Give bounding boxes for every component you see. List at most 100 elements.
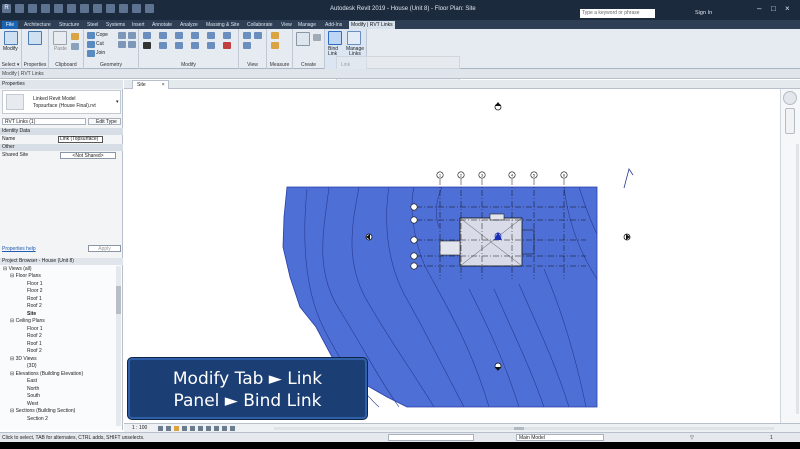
trim-icon[interactable] — [191, 32, 199, 39]
open-icon[interactable] — [15, 4, 24, 13]
tree-east[interactable]: East — [27, 378, 37, 384]
tree-floor-2[interactable]: Floor 2 — [27, 288, 43, 294]
create-assembly-icon[interactable] — [296, 32, 310, 46]
h-scroll-thumb[interactable] — [514, 427, 524, 430]
visual-style-icon[interactable] — [166, 426, 171, 431]
tree-south[interactable]: South — [27, 393, 40, 399]
clipboard-copy-icon[interactable] — [71, 33, 79, 40]
tree-ceiling-roof-2a[interactable]: Roof 2 — [27, 333, 42, 339]
close-icon[interactable]: × — [785, 4, 790, 13]
tree-floor-plans[interactable]: ⊟ Floor Plans — [10, 273, 41, 279]
tree-north[interactable]: North — [27, 386, 39, 392]
override-graphics-icon[interactable] — [254, 32, 262, 39]
tab-add-ins[interactable]: Add-Ins — [323, 21, 344, 29]
join-icon[interactable] — [87, 50, 95, 57]
tree-site[interactable]: Site — [27, 311, 36, 317]
tree-sections[interactable]: ⊟ Sections (Building Section) — [10, 408, 75, 414]
redo-icon[interactable] — [54, 4, 63, 13]
wall-joins-icon[interactable] — [118, 32, 126, 39]
aligned-dimension-icon[interactable] — [271, 42, 279, 49]
tab-collaborate[interactable]: Collaborate — [245, 21, 275, 29]
cut-button[interactable]: Cut — [96, 41, 104, 47]
tab-manage[interactable]: Manage — [296, 21, 318, 29]
sign-in-link[interactable]: Sign In — [695, 10, 712, 16]
search-input[interactable]: Type a keyword or phrase — [580, 9, 655, 18]
instance-filter-select[interactable]: RVT Links (1) — [2, 118, 86, 125]
split-icon[interactable] — [191, 42, 199, 49]
temp-hide-icon[interactable] — [214, 426, 219, 431]
thin-lines-icon[interactable] — [132, 4, 141, 13]
close-hidden-icon[interactable] — [145, 4, 154, 13]
paste-icon[interactable] — [53, 31, 67, 45]
tab-massing-site[interactable]: Massing & Site — [204, 21, 241, 29]
crop-view-icon[interactable] — [190, 426, 195, 431]
tab-annotate[interactable]: Annotate — [150, 21, 174, 29]
lock-view-icon[interactable] — [206, 426, 211, 431]
tab-structure[interactable]: Structure — [57, 21, 81, 29]
delete-icon[interactable] — [223, 42, 231, 49]
tree-roof-1[interactable]: Roof 1 — [27, 296, 42, 302]
match-type-icon[interactable] — [71, 43, 79, 50]
mirror-icon[interactable] — [175, 32, 183, 39]
create-parts-icon[interactable] — [313, 34, 321, 41]
tree-ceiling-roof-2b[interactable]: Roof 2 — [27, 348, 42, 354]
maximize-icon[interactable]: □ — [771, 4, 776, 13]
shadows-icon[interactable] — [182, 426, 187, 431]
bind-link-icon[interactable] — [328, 31, 342, 45]
select-dropdown[interactable]: Select ▾ — [0, 62, 21, 68]
rotate-icon[interactable] — [175, 42, 183, 49]
close-view-icon[interactable]: × — [162, 81, 165, 89]
tree-roof-2[interactable]: Roof 2 — [27, 303, 42, 309]
tab-file[interactable]: File — [2, 21, 19, 29]
tree-3d[interactable]: {3D} — [27, 363, 37, 369]
tree-section-2[interactable]: Section 2 — [27, 416, 48, 422]
measure-icon[interactable] — [80, 4, 89, 13]
browser-scrollbar[interactable] — [116, 266, 121, 426]
save-icon[interactable] — [28, 4, 37, 13]
view-tab-site[interactable]: Site × — [132, 80, 169, 89]
cope-icon[interactable] — [87, 32, 95, 39]
properties-help-link[interactable]: Properties help — [2, 246, 36, 252]
sun-path-icon[interactable] — [174, 426, 179, 431]
paste-button[interactable]: Paste — [54, 46, 67, 52]
view-scrollbar-vertical[interactable] — [796, 144, 799, 414]
modify-button[interactable]: Modify — [3, 46, 18, 52]
tree-3d-views[interactable]: ⊟ 3D Views — [10, 356, 37, 362]
minimize-icon[interactable]: – — [757, 4, 761, 13]
demolish-icon[interactable] — [128, 41, 136, 48]
move-icon[interactable] — [143, 42, 151, 49]
cut-icon[interactable] — [87, 41, 95, 48]
offset-icon[interactable] — [159, 32, 167, 39]
workset-select[interactable] — [388, 434, 474, 441]
pin-icon[interactable] — [223, 32, 231, 39]
selection-filter-icon[interactable]: ▽ — [690, 435, 694, 441]
edit-type-button[interactable]: Edit Type — [88, 118, 121, 125]
cope-button[interactable]: Cope — [96, 32, 108, 38]
print-icon[interactable] — [67, 4, 76, 13]
tree-ceiling-plans[interactable]: ⊟ Ceiling Plans — [10, 318, 45, 324]
split-face-icon[interactable] — [128, 32, 136, 39]
eye-icon[interactable] — [243, 42, 251, 49]
revit-logo-icon[interactable]: R — [2, 4, 11, 13]
tree-floor-1[interactable]: Floor 1 — [27, 281, 43, 287]
chevron-down-icon[interactable]: ▾ — [116, 99, 119, 105]
show-crop-icon[interactable] — [198, 426, 203, 431]
view-cube-icon[interactable] — [783, 91, 797, 105]
view-scrollbar-horizontal[interactable] — [274, 427, 774, 430]
shared-site-button[interactable]: <Not Shared> — [60, 152, 116, 159]
tab-architecture[interactable]: Architecture — [22, 21, 53, 29]
scale-icon[interactable] — [207, 42, 215, 49]
align-icon[interactable] — [143, 32, 151, 39]
type-selector[interactable]: Linked Revit Model Topsurface (House Fin… — [2, 90, 121, 114]
name-field[interactable]: Link (Topsurface) — [58, 136, 103, 143]
text-icon[interactable] — [93, 4, 102, 13]
array-icon[interactable] — [207, 32, 215, 39]
modify-cursor-icon[interactable] — [4, 31, 18, 45]
tab-modify-rvt-links[interactable]: Modify | RVT Links — [349, 21, 395, 29]
paint-icon[interactable] — [118, 41, 126, 48]
tree-views-all[interactable]: ⊟ Views (all) — [3, 266, 32, 272]
steering-wheel-icon[interactable] — [785, 108, 795, 134]
browser-scroll-thumb[interactable] — [116, 286, 121, 314]
tree-ceiling-floor-1[interactable]: Floor 1 — [27, 326, 43, 332]
type-properties-icon[interactable] — [28, 31, 42, 45]
